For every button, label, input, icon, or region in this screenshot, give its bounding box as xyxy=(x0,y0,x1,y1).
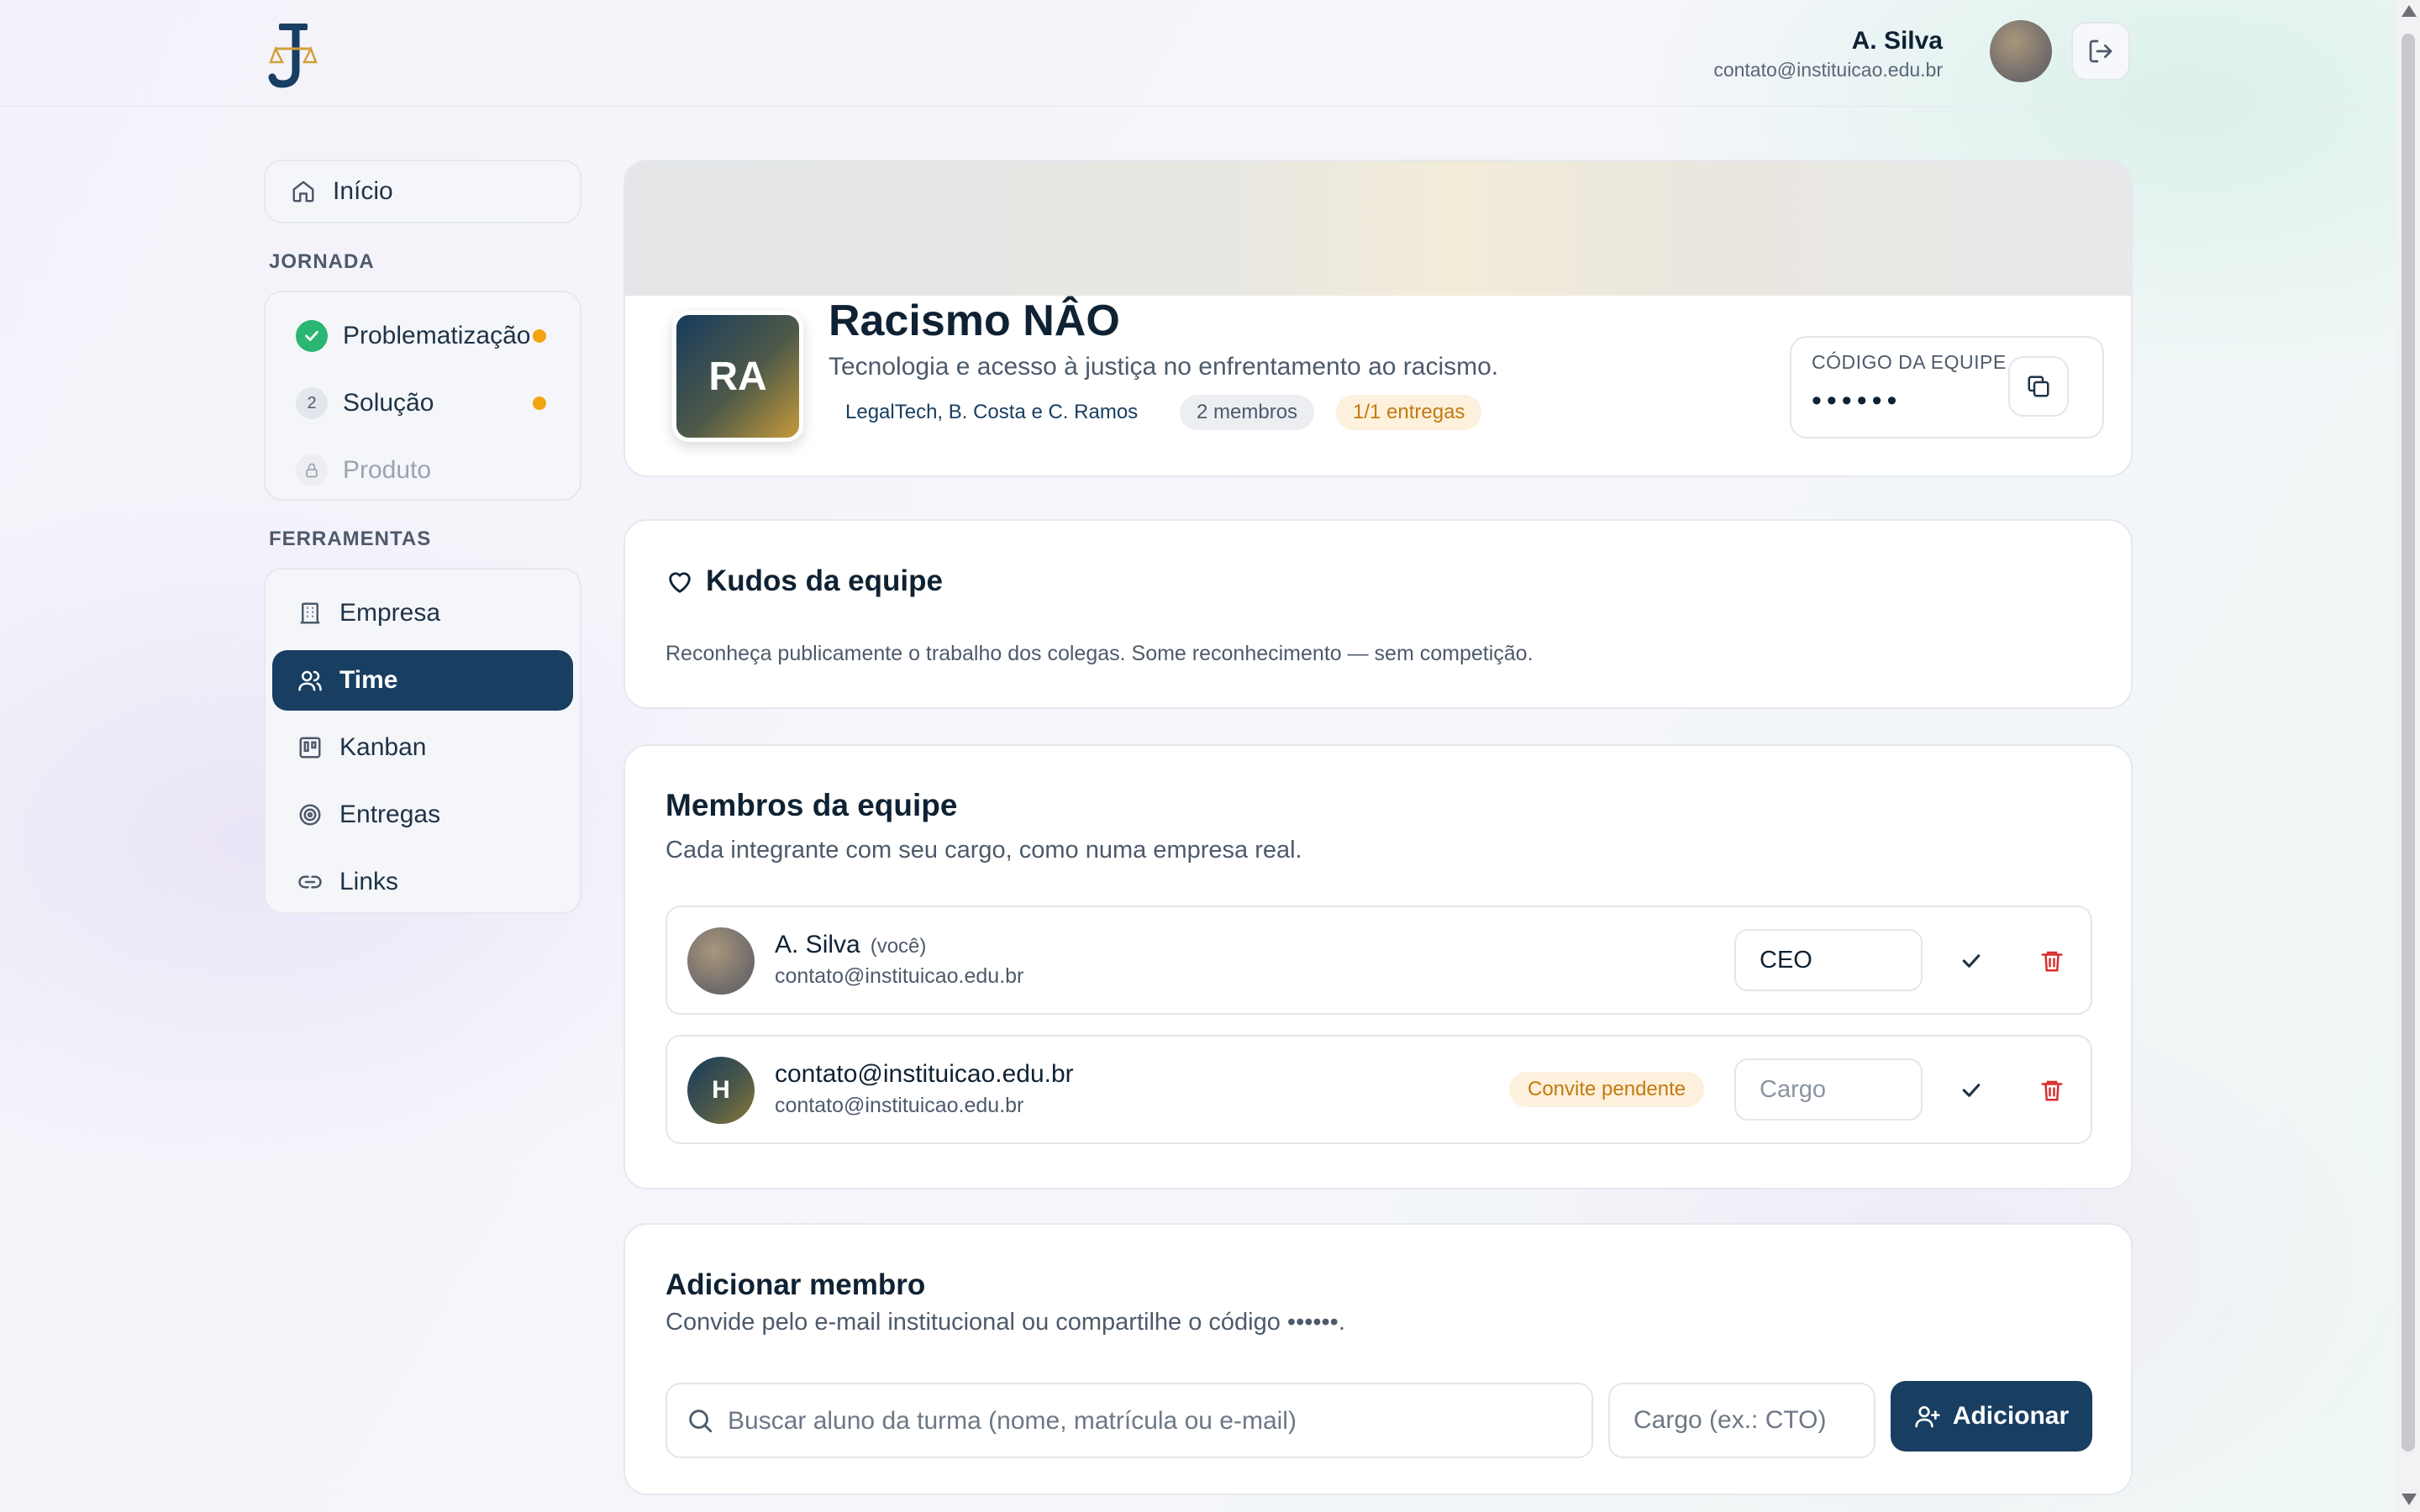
member-avatar xyxy=(687,927,755,995)
logout-icon xyxy=(2089,39,2112,63)
trash-icon xyxy=(2041,951,2063,972)
lock-icon xyxy=(296,454,328,486)
save-role-button[interactable] xyxy=(1948,1067,1995,1114)
step-number: 2 xyxy=(296,387,328,419)
deliveries-chip: 1/1 entregas xyxy=(1336,395,1482,430)
user-plus-icon xyxy=(1915,1406,1940,1428)
building-icon xyxy=(296,599,324,627)
logout-button[interactable] xyxy=(2071,22,2130,81)
link-icon xyxy=(296,868,324,896)
member-row: A. Silva (você) contato@instituicao.edu.b… xyxy=(666,906,2092,1015)
remove-member-button[interactable] xyxy=(2028,937,2075,984)
top-header: A. Silva contato@instituicao.edu.br xyxy=(0,0,2396,107)
sidebar-item-label: Início xyxy=(333,177,393,205)
student-search-box xyxy=(666,1383,1593,1458)
journey-heading: JORNADA xyxy=(269,250,375,273)
search-icon xyxy=(686,1406,714,1439)
team-code-label: CÓDIGO DA EQUIPE xyxy=(1812,351,2007,373)
sidebar-item-inicio[interactable]: Início xyxy=(266,161,566,222)
user-avatar[interactable] xyxy=(1990,20,2052,82)
copy-code-button[interactable] xyxy=(2008,356,2069,417)
copy-icon xyxy=(2028,375,2049,397)
add-member-title: Adicionar membro xyxy=(666,1268,926,1301)
scroll-down-arrow-icon[interactable] xyxy=(2402,1494,2417,1505)
sidebar-item-links[interactable]: Links xyxy=(272,852,573,912)
app-logo[interactable] xyxy=(267,22,318,89)
team-avatar: RA xyxy=(672,311,803,442)
kanban-icon xyxy=(296,733,324,762)
team-category-chip: LegalTech, B. Costa e C. Ramos xyxy=(845,401,1139,423)
pending-dot xyxy=(533,329,546,343)
save-role-button[interactable] xyxy=(1948,937,1995,984)
member-email: contato@instituicao.edu.br xyxy=(775,1094,1024,1117)
team-name: Racismo NÂO xyxy=(829,297,1120,345)
team-profile-card: RA Racismo NÂO Tecnologia e acesso à jus… xyxy=(623,160,2133,477)
users-icon xyxy=(296,666,324,695)
pending-invite-badge: Convite pendente xyxy=(1509,1072,1705,1107)
sidebar-item-label: Time xyxy=(339,666,398,694)
members-count-chip: 2 membros xyxy=(1180,395,1315,430)
sidebar-item-kanban[interactable]: Kanban xyxy=(272,717,573,778)
scrollbar-thumb[interactable] xyxy=(2402,34,2415,1452)
student-search-input[interactable] xyxy=(726,1384,1578,1458)
team-code-box: CÓDIGO DA EQUIPE •••••• xyxy=(1790,336,2104,438)
check-icon xyxy=(1962,1084,1981,1097)
member-role-input[interactable] xyxy=(1734,1058,1923,1121)
new-member-role-input[interactable] xyxy=(1608,1383,1876,1458)
team-banner xyxy=(625,161,2131,296)
sidebar-item-produto[interactable]: Produto xyxy=(272,440,573,501)
you-tag: (você) xyxy=(870,935,927,958)
add-member-button[interactable]: Adicionar xyxy=(1891,1381,2092,1452)
sidebar-item-problematizacao[interactable]: Problematização xyxy=(272,306,573,366)
user-name: A. Silva xyxy=(1851,27,1943,55)
trash-icon xyxy=(2041,1080,2063,1101)
tools-heading: FERRAMENTAS xyxy=(269,528,432,550)
sidebar-item-time[interactable]: Time xyxy=(272,650,573,711)
heart-icon xyxy=(666,568,694,601)
kudos-title: Kudos da equipe xyxy=(706,564,943,597)
home-icon xyxy=(289,177,318,206)
sidebar-item-label: Solução xyxy=(343,389,434,417)
kudos-description: Reconheça publicamente o trabalho dos co… xyxy=(666,642,1534,665)
members-title: Membros da equipe xyxy=(666,788,958,822)
target-icon xyxy=(296,801,324,829)
sidebar-home-card: Início xyxy=(264,160,581,223)
check-icon xyxy=(1962,954,1981,968)
scroll-up-arrow-icon[interactable] xyxy=(2402,5,2417,17)
sidebar-item-label: Links xyxy=(339,868,399,895)
pending-dot xyxy=(533,396,546,410)
user-email: contato@instituicao.edu.br xyxy=(1713,59,1943,81)
members-card: Membros da equipe Cada integrante com se… xyxy=(623,744,2133,1189)
sidebar-item-label: Kanban xyxy=(339,733,427,761)
members-description: Cada integrante com seu cargo, como numa… xyxy=(666,837,1302,864)
remove-member-button[interactable] xyxy=(2028,1067,2075,1114)
member-name: A. Silva (você) xyxy=(775,931,927,958)
team-tagline: Tecnologia e acesso à justiça no enfrent… xyxy=(829,353,1499,381)
check-icon xyxy=(296,320,328,352)
sidebar-item-entregas[interactable]: Entregas xyxy=(272,785,573,845)
sidebar-journey-card: Problematização 2 Solução Produto xyxy=(264,291,581,501)
sidebar-item-label: Empresa xyxy=(339,599,441,627)
sidebar-item-label: Problematização xyxy=(343,322,531,349)
sidebar-item-label: Produto xyxy=(343,456,432,484)
sidebar-item-label: Entregas xyxy=(339,801,441,828)
add-member-card: Adicionar membro Convide pelo e-mail ins… xyxy=(623,1223,2133,1495)
add-member-description: Convide pelo e-mail institucional ou com… xyxy=(666,1309,1345,1336)
sidebar-item-solucao[interactable]: 2 Solução xyxy=(272,373,573,433)
member-avatar: H xyxy=(687,1057,755,1124)
user-info: A. Silva contato@instituicao.edu.br xyxy=(1713,25,1943,82)
team-code-value: •••••• xyxy=(1812,385,1902,417)
member-name: contato@instituicao.edu.br xyxy=(775,1060,1074,1088)
member-email: contato@instituicao.edu.br xyxy=(775,964,1024,988)
sidebar-tools-card: Empresa Time Kanban Entregas Links xyxy=(264,568,581,914)
member-row: H contato@instituicao.edu.br contato@ins… xyxy=(666,1035,2092,1144)
add-member-button-label: Adicionar xyxy=(1952,1402,2070,1430)
sidebar-item-empresa[interactable]: Empresa xyxy=(272,583,573,643)
member-role-input[interactable] xyxy=(1734,929,1923,991)
kudos-card: Kudos da equipe Reconheça publicamente o… xyxy=(623,519,2133,709)
